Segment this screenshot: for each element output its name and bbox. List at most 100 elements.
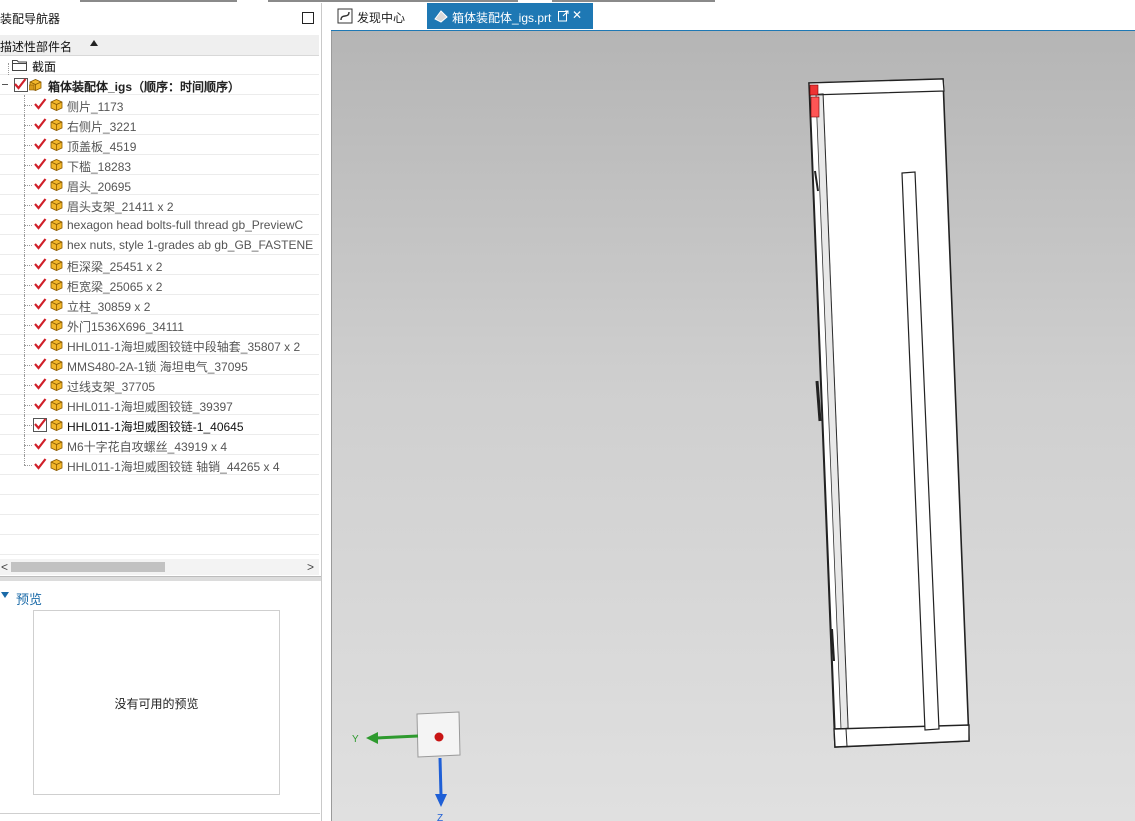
- component-cube-icon: [50, 379, 63, 391]
- checkmark-icon[interactable]: [33, 457, 47, 471]
- scroll-left-arrow[interactable]: <: [1, 560, 8, 574]
- checkmark-icon[interactable]: [33, 437, 47, 451]
- tree-item-label: HHL011-1海坦威图铰链_39397: [67, 400, 233, 414]
- y-axis-icon[interactable]: [375, 734, 419, 740]
- tree-line: [24, 425, 32, 426]
- graphics-viewport[interactable]: Y Z: [331, 31, 1135, 821]
- tree-line: [24, 345, 32, 346]
- tree-item-component[interactable]: 眉头_20695: [0, 175, 319, 195]
- tree-item-component[interactable]: 右侧片_3221: [0, 115, 319, 135]
- tree-item-label: 顶盖板_4519: [67, 140, 137, 154]
- tree-line: [24, 145, 32, 146]
- tree-line: [24, 285, 32, 286]
- y-axis-label: Y: [352, 734, 359, 745]
- tree-item-root[interactable]: 箱体装配体_igs（顺序：时间顺序）: [0, 75, 319, 95]
- tree-item-label: hex nuts, style 1-grades ab gb_GB_FASTEN…: [67, 238, 314, 252]
- component-cube-icon: [50, 279, 63, 291]
- tree-line: [24, 455, 25, 465]
- tree-item-component[interactable]: 侧片_1173: [0, 95, 319, 115]
- checkmark-icon[interactable]: [33, 97, 47, 111]
- component-cube-icon: [50, 139, 63, 151]
- checkmark-icon[interactable]: [33, 157, 47, 171]
- component-cube-icon: [50, 439, 63, 451]
- panel-splitter[interactable]: [0, 576, 321, 581]
- checkmark-icon[interactable]: [33, 357, 47, 371]
- expand-triangle-icon[interactable]: [1, 592, 9, 598]
- tree-item-component[interactable]: 眉头支架_21411 x 2: [0, 195, 319, 215]
- assembly-navigator-panel: 装配导航器 描述性部件名 截面 箱体装配体_igs（顺序：时间顺序） 侧片_11…: [0, 3, 322, 821]
- component-cube-icon: [50, 359, 63, 371]
- tree-line: [24, 245, 32, 246]
- checkmark-icon[interactable]: [33, 197, 47, 211]
- z-axis-icon[interactable]: [438, 757, 443, 796]
- tree-line: [24, 105, 32, 106]
- tree-item-component[interactable]: hex nuts, style 1-grades ab gb_GB_FASTEN…: [0, 235, 319, 255]
- tree-item-label: HHL011-1海坦威图铰链-1_40645: [67, 420, 244, 434]
- checkmark-icon[interactable]: [33, 317, 47, 331]
- checkmark-icon[interactable]: [33, 397, 47, 411]
- tree-item-label: MMS480-2A-1锁 海坦电气_37095: [67, 360, 248, 374]
- tree-item-component[interactable]: HHL011-1海坦威图铰链 轴销_44265 x 4: [0, 455, 319, 475]
- tree-item-component[interactable]: hexagon head bolts-full thread gb_Previe…: [0, 215, 319, 235]
- tree-item-component[interactable]: HHL011-1海坦威图铰链-1_40645: [0, 415, 319, 435]
- checkmark-icon[interactable]: [33, 257, 47, 271]
- tree-item-component[interactable]: 下槛_18283: [0, 155, 319, 175]
- tree-item-label: 柜深梁_25451 x 2: [67, 260, 163, 274]
- tree-item-component[interactable]: 外门1536X696_34111: [0, 315, 319, 335]
- tree-item-section[interactable]: 截面: [0, 55, 319, 75]
- tree-line: [24, 185, 32, 186]
- checkmark-icon[interactable]: [33, 137, 47, 151]
- tree-item-component[interactable]: M6十字花自攻螺丝_43919 x 4: [0, 435, 319, 455]
- assembly-tree: 截面 箱体装配体_igs（顺序：时间顺序） 侧片_1173 右侧片_3221 顶盖板…: [0, 55, 319, 555]
- tree-item-label: M6十字花自攻螺丝_43919 x 4: [67, 440, 228, 454]
- checkmark-icon[interactable]: [33, 237, 47, 251]
- tree-item-label: HHL011-1海坦威图铰链中段轴套_35807 x 2: [67, 340, 301, 354]
- scrollbar-thumb[interactable]: [11, 562, 165, 572]
- component-cube-icon: [50, 159, 63, 171]
- tree-line: [24, 465, 32, 466]
- component-cube-icon: [50, 419, 63, 431]
- checkmark-icon[interactable]: [33, 277, 47, 291]
- checkmark-icon[interactable]: [33, 337, 47, 351]
- sort-ascending-icon[interactable]: [90, 40, 98, 46]
- maximize-icon[interactable]: [302, 12, 314, 24]
- tab-label: 箱体装配体_igs.prt: [452, 11, 552, 25]
- close-tab-icon[interactable]: ✕: [572, 8, 582, 22]
- tree-item-component[interactable]: 立柱_30859 x 2: [0, 295, 319, 315]
- scroll-right-arrow[interactable]: >: [307, 560, 314, 574]
- tree-item-component[interactable]: MMS480-2A-1锁 海坦电气_37095: [0, 355, 319, 375]
- tree-item-component[interactable]: 柜宽梁_25065 x 2: [0, 275, 319, 295]
- tree-item-component[interactable]: 过线支架_37705: [0, 375, 319, 395]
- column-header[interactable]: 描述性部件名: [0, 35, 319, 56]
- model-canvas[interactable]: Y Z: [332, 31, 1135, 821]
- checkmark-icon[interactable]: [33, 177, 47, 191]
- tree-item-component[interactable]: HHL011-1海坦威图铰链中段轴套_35807 x 2: [0, 335, 319, 355]
- checkmark-icon[interactable]: [33, 117, 47, 131]
- checkmark-icon[interactable]: [33, 297, 47, 311]
- folder-icon: [12, 60, 27, 71]
- tree-item-label: 柜宽梁_25065 x 2: [67, 280, 163, 294]
- collapse-icon[interactable]: [2, 84, 8, 85]
- tree-item-component[interactable]: HHL011-1海坦威图铰链_39397: [0, 395, 319, 415]
- navigator-title-bar: 装配导航器: [0, 3, 321, 31]
- tab-discovery-center[interactable]: 发现中心: [331, 3, 427, 29]
- origin-point-icon[interactable]: [434, 732, 444, 742]
- tree-item-component[interactable]: 柜深梁_25451 x 2: [0, 255, 319, 275]
- component-cube-icon: [50, 339, 63, 351]
- checkmark-icon[interactable]: [33, 417, 47, 431]
- top-strip-segment: [552, 0, 715, 2]
- checkmark-icon[interactable]: [33, 377, 47, 391]
- preview-title: 预览: [16, 592, 43, 607]
- top-strip-segment: [80, 0, 237, 2]
- undock-icon[interactable]: [558, 10, 569, 22]
- tree-item-component[interactable]: 顶盖板_4519: [0, 135, 319, 155]
- cabinet-model[interactable]: [808, 78, 970, 748]
- column-header-label: 描述性部件名: [0, 40, 73, 54]
- document-tab-bar: 发现中心 箱体装配体_igs.prt ✕: [331, 3, 1135, 32]
- preview-section-header[interactable]: 预览: [0, 587, 320, 607]
- tab-box-assembly-prt[interactable]: 箱体装配体_igs.prt ✕: [427, 3, 593, 29]
- horizontal-scrollbar[interactable]: < >: [0, 559, 319, 575]
- view-triad[interactable]: Y Z: [352, 711, 461, 821]
- component-cube-icon: [50, 459, 63, 471]
- checkmark-icon[interactable]: [33, 217, 47, 231]
